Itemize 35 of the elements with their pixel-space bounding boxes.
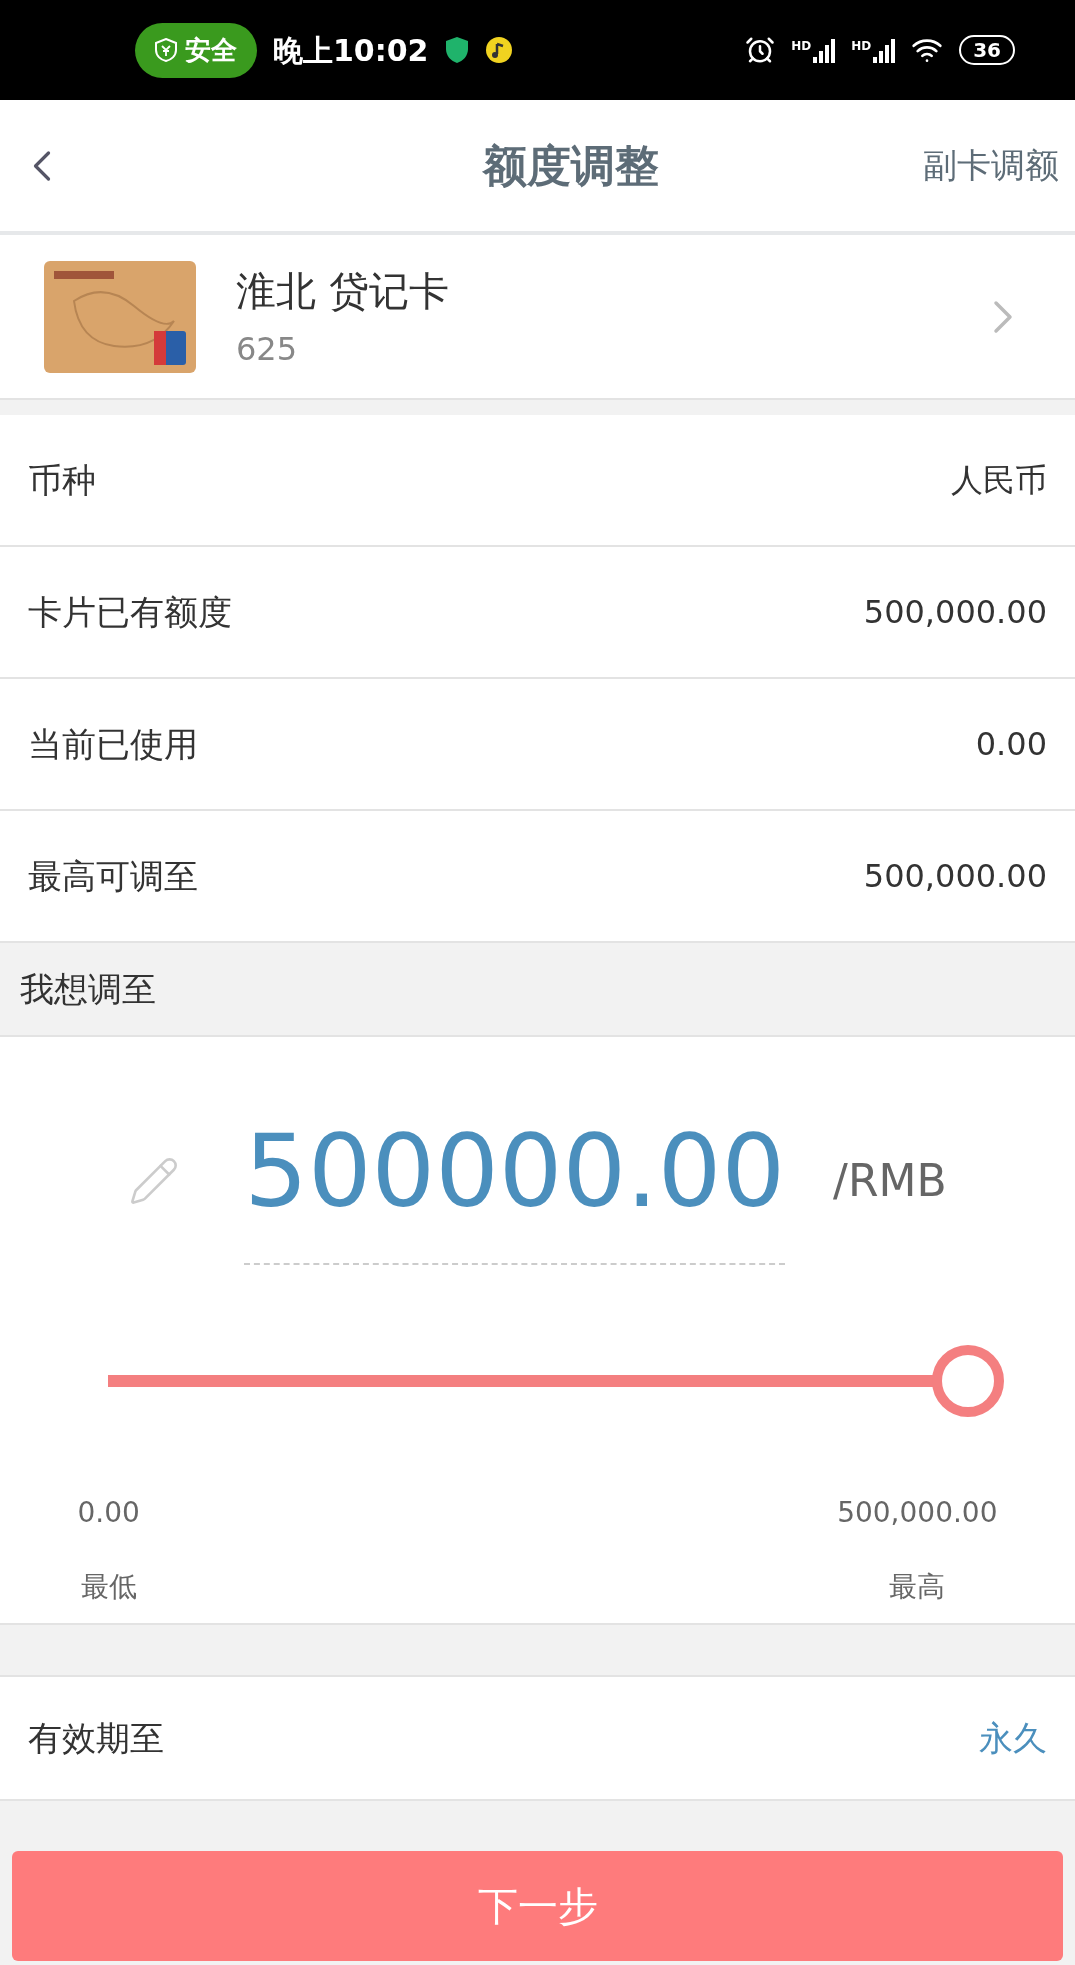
currency-unit: /RMB	[833, 1154, 947, 1208]
min-label: 最低	[80, 1569, 137, 1605]
music-note-icon	[484, 36, 513, 64]
row-label: 卡片已有额度	[28, 590, 232, 634]
row-value: 人民币	[951, 460, 1047, 501]
page-title: 额度调整	[481, 138, 659, 193]
card-name: 淮北 贷记卡	[236, 266, 450, 316]
validity-value[interactable]: 永久	[979, 1712, 1047, 1764]
card-number: 625	[236, 328, 299, 370]
bank-card-icon	[44, 260, 196, 373]
row-label: 最高可调至	[28, 854, 198, 898]
signal-icon	[813, 37, 836, 63]
row-value: 500,000.00	[863, 592, 1047, 633]
status-time: 晚上10:02	[273, 31, 429, 70]
row-value: 500,000.00	[863, 856, 1047, 897]
max-value: 500,000.00	[837, 1495, 998, 1531]
row-label: 当前已使用	[28, 722, 198, 766]
supplementary-card-button[interactable]: 副卡调额	[923, 140, 1059, 191]
network-type-label: HD	[791, 38, 812, 55]
row-value: 0.00	[975, 724, 1047, 765]
alarm-icon	[745, 35, 776, 65]
row-label: 币种	[28, 458, 96, 502]
card-row[interactable]: 淮北 贷记卡 625	[0, 235, 1075, 400]
shield-icon	[444, 36, 469, 64]
min-value: 0.00	[77, 1495, 140, 1531]
battery-indicator: 36	[959, 35, 1015, 65]
section-title: 我想调至	[20, 967, 156, 1011]
network-type-label: HD	[851, 38, 872, 55]
security-label: 安全	[185, 33, 237, 67]
amount-field[interactable]: 500000.00	[244, 1097, 786, 1265]
max-label: 最高	[889, 1569, 946, 1605]
next-button[interactable]: 下一步	[12, 1851, 1063, 1961]
row-label: 有效期至	[28, 1716, 164, 1760]
shield-icon	[155, 38, 177, 62]
signal-icon	[873, 37, 896, 63]
